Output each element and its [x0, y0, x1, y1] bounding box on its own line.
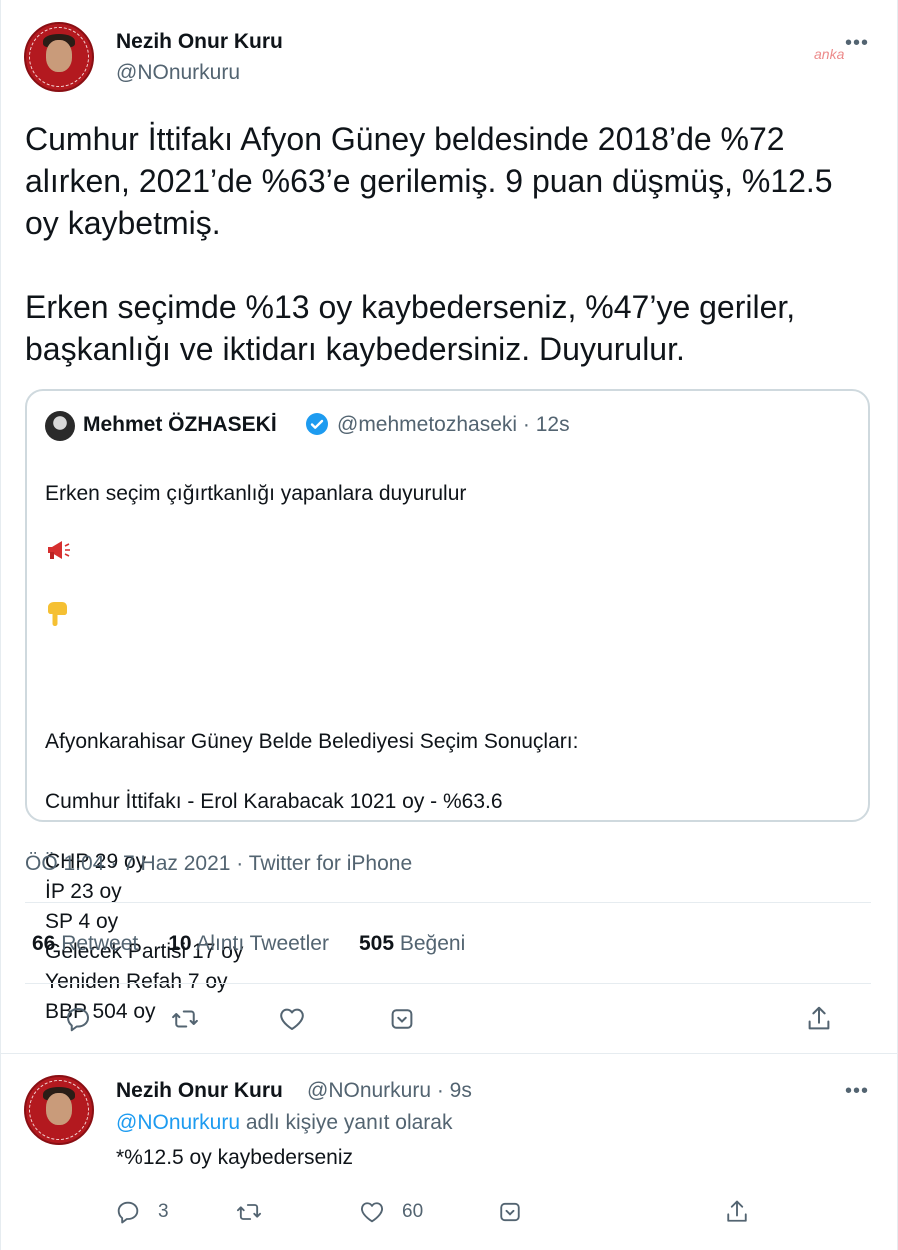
verified-badge-icon [306, 413, 328, 435]
share-icon [727, 1200, 747, 1222]
share-button[interactable] [804, 1004, 834, 1034]
tweet-text: Cumhur İttifakı Afyon Güney beldesinde 2… [25, 121, 833, 367]
reply-author-avatar[interactable] [24, 1075, 94, 1145]
reply-icon [117, 1201, 139, 1224]
reply-meta[interactable]: @NOnurkuru · 9s [307, 1079, 472, 1103]
reply-bookmark-button[interactable] [496, 1198, 524, 1226]
reply-author-name[interactable]: Nezih Onur Kuru [116, 1079, 283, 1103]
pointing-down-hand-icon [45, 570, 71, 637]
divider [0, 1053, 898, 1054]
retweet-button[interactable] [170, 1004, 200, 1034]
replying-to-handle-link[interactable]: @NOnurkuru [116, 1111, 240, 1134]
likes-stat[interactable]: 505 Beğeni [359, 932, 465, 956]
tweet-timestamp[interactable]: ÖÖ 1:04 · 7 Haz 2021 · Twitter for iPhon… [25, 852, 412, 876]
share-icon [808, 1006, 830, 1030]
tweet-stats: 66 Retweet 10 Alıntı Tweetler 505 Beğeni [32, 932, 465, 956]
megaphone-icon [45, 509, 71, 570]
reply-retweet-button[interactable] [235, 1198, 263, 1226]
reply-icon [67, 1008, 89, 1032]
heart-icon [361, 1202, 383, 1223]
quoted-text-rest: Afyonkarahisar Güney Belde Belediyesi Se… [45, 730, 579, 1023]
reply-more-options-icon[interactable]: ••• [845, 1081, 869, 1101]
author-name[interactable]: Nezih Onur Kuru [116, 30, 283, 54]
retweets-stat[interactable]: 66 Retweet [32, 932, 138, 956]
reply-reply-button[interactable]: 3 [114, 1198, 169, 1226]
heart-icon [280, 1008, 304, 1030]
divider [25, 902, 871, 903]
quoted-text-first-line: Erken seçim çığırtkanlığı yapanlara duyu… [45, 482, 467, 505]
reply-share-button[interactable] [723, 1198, 751, 1226]
author-handle[interactable]: @NOnurkuru [116, 61, 240, 85]
bookmark-icon [391, 1009, 413, 1029]
retweet-icon [236, 1204, 262, 1220]
like-button[interactable] [277, 1004, 307, 1034]
replying-to: @NOnurkuru adlı kişiye yanıt olarak [116, 1111, 453, 1134]
quoted-author-avatar[interactable] [45, 411, 75, 441]
quoted-meta: @mehmetozhaseki · 12s [337, 413, 570, 436]
bookmark-icon [500, 1202, 520, 1222]
divider [25, 983, 871, 984]
reply-text: *%12.5 oy kaybederseniz [116, 1146, 353, 1169]
bookmark-button[interactable] [387, 1004, 417, 1034]
quote-tweets-stat[interactable]: 10 Alıntı Tweetler [168, 932, 329, 956]
reply-button[interactable] [63, 1004, 93, 1034]
quoted-author-name[interactable]: Mehmet ÖZHASEKİ [83, 413, 277, 437]
reply-like-button[interactable]: 60 [358, 1198, 423, 1226]
more-options-icon[interactable]: ••• [845, 33, 869, 53]
retweet-icon [172, 1010, 198, 1028]
quoted-tweet[interactable]: Mehmet ÖZHASEKİ @mehmetozhaseki · 12s Er… [25, 389, 870, 1023]
like-count: 60 [402, 1201, 424, 1222]
reply-count: 3 [158, 1201, 169, 1222]
author-avatar[interactable] [24, 22, 94, 92]
watermark: anka [814, 46, 845, 62]
